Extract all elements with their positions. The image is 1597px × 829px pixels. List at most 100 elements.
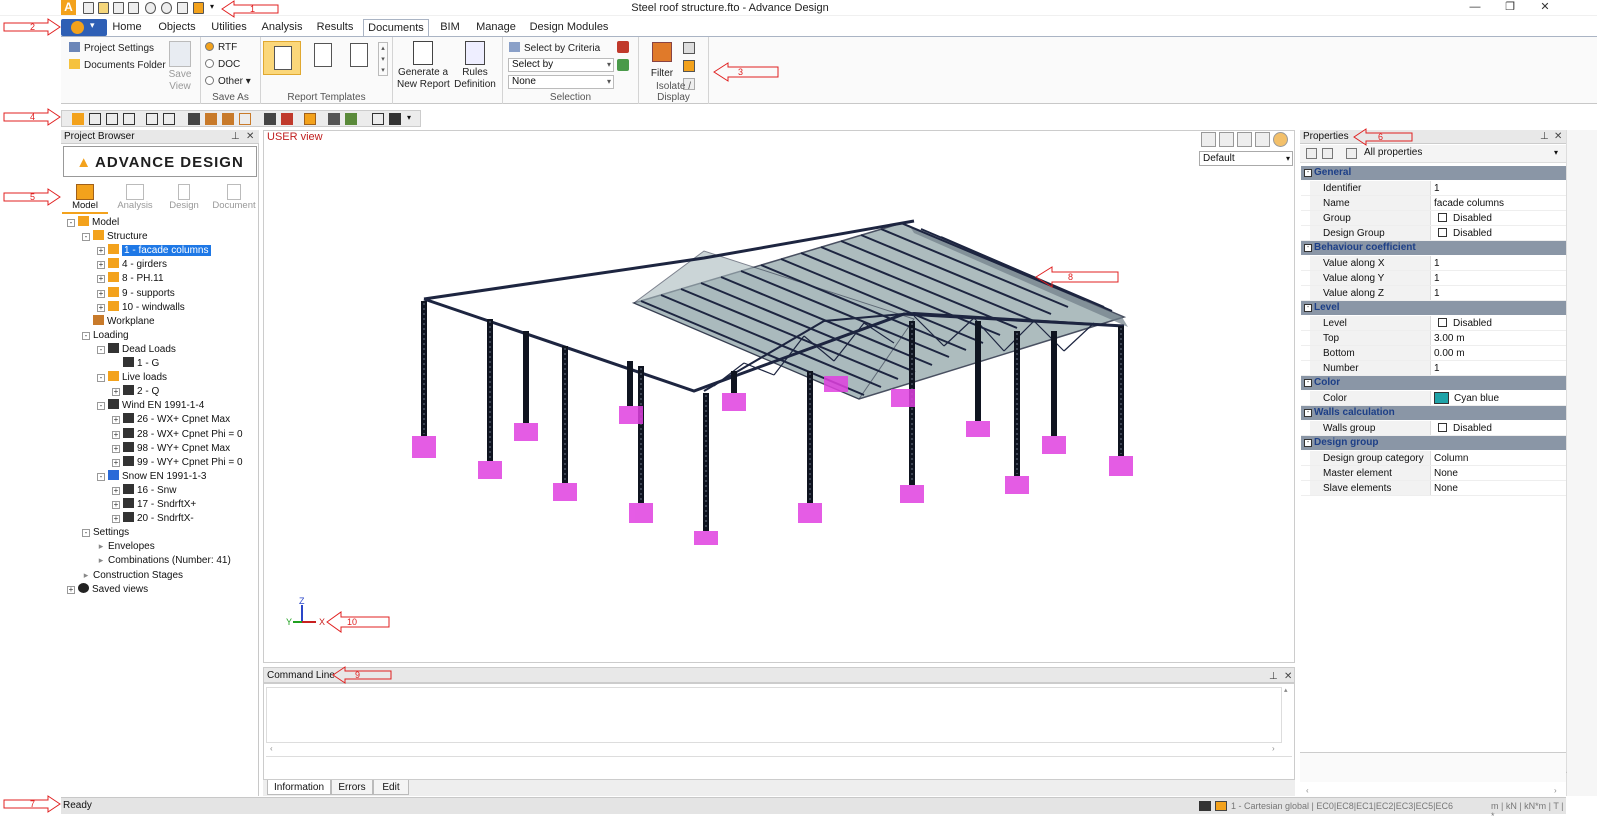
collapse-toggle-icon[interactable]: - [1304,379,1312,387]
property-value[interactable]: Disabled [1432,421,1566,435]
property-category[interactable]: - General [1301,166,1566,180]
move-icon[interactable] [89,113,101,125]
expand-toggle-icon[interactable]: + [112,388,120,397]
property-value[interactable]: 1 [1432,181,1566,195]
expand-toggle-icon[interactable]: + [97,261,105,270]
command-line-output[interactable]: ▴ ‹ › [263,683,1295,780]
command-input[interactable] [266,756,1292,776]
tab-documents[interactable]: Documents [363,19,429,36]
expand-toggle-icon[interactable]: + [112,486,120,495]
tree-item[interactable]: - Wind EN 1991-1-4 [97,399,204,413]
property-category[interactable]: - Design group [1301,436,1566,450]
tree-item[interactable]: Workplane [82,314,155,329]
select-by-criteria-button[interactable]: Select by Criteria [509,42,600,55]
expand-toggle-icon[interactable]: + [112,444,120,453]
check-icon[interactable] [345,113,357,125]
expand-toggle-icon[interactable]: - [97,374,105,383]
tab-analysis[interactable]: Analysis [260,19,304,36]
undo-icon[interactable] [145,2,156,14]
tab-errors[interactable]: Errors [331,780,373,795]
zoom-in-icon[interactable] [1201,132,1216,147]
checkbox[interactable] [1438,213,1447,222]
close-pane-icon[interactable]: ✕ [246,130,254,144]
expand-toggle-icon[interactable]: + [112,501,120,509]
tree-item[interactable]: +1 - facade columns [97,244,211,258]
expand-toggle-icon[interactable]: - [82,233,90,242]
checkbox[interactable] [1438,423,1447,432]
property-row[interactable]: Design group category Column [1301,451,1566,466]
print-icon[interactable] [177,2,188,14]
property-row[interactable]: Top 3.00 m [1301,331,1566,346]
tree-item[interactable]: +28 - WX+ Cpnet Phi = 0 [112,427,243,442]
tab-objects[interactable]: Objects [155,19,199,36]
save-icon[interactable] [113,2,124,14]
close-pane-icon[interactable]: ✕ [1554,130,1562,144]
active-display-icon[interactable] [304,113,316,125]
beam-icon[interactable] [146,113,158,125]
tree-item[interactable]: +4 - girders [97,258,167,272]
property-value[interactable]: 3.00 m [1432,331,1566,345]
expand-toggle-icon[interactable]: - [97,345,105,354]
dropdown-arrow-icon[interactable]: ▾ [1554,148,1558,157]
close-button[interactable]: ✕ [1532,0,1558,15]
command-output-area[interactable] [266,687,1282,743]
tree-item[interactable]: - Snow EN 1991-1-3 [97,469,207,484]
template-3-button[interactable] [343,43,375,75]
template-1-button[interactable] [263,41,301,75]
checkbox[interactable] [1438,228,1447,237]
property-row[interactable]: Value along X1 [1301,256,1566,271]
redo-icon[interactable] [161,2,172,14]
tree-item[interactable]: - Live loads [97,371,167,385]
tree-item[interactable]: +99 - WY+ Cpnet Phi = 0 [112,455,243,470]
tree-item[interactable]: +10 - windwalls [97,300,185,315]
collapse-toggle-icon[interactable]: - [1304,169,1312,177]
collapse-toggle-icon[interactable]: - [1304,439,1312,447]
property-value[interactable]: Column [1432,451,1566,465]
property-row[interactable]: Name facade columns [1301,196,1566,211]
new-file-icon[interactable] [83,2,94,14]
rules-definition-button[interactable]: Rules Definition [453,41,497,91]
select-object-icon[interactable] [72,113,84,125]
property-filter-icon[interactable] [1346,148,1357,159]
zoom-extents-icon[interactable] [1237,132,1252,147]
expand-toggle-icon[interactable]: + [97,303,105,312]
expand-toggle-icon[interactable]: + [97,289,105,298]
template-gallery-scroll[interactable]: ▴ ▾ ▾ [378,42,388,76]
tab-bim[interactable]: BIM [435,19,465,36]
mode-tab-analysis[interactable]: Analysis [112,182,158,214]
property-value[interactable]: None [1432,481,1566,495]
tree-item[interactable]: +2 - Q [112,385,159,399]
expand-toggle-icon[interactable]: ▸ [97,542,105,551]
mode-tab-design[interactable]: Design [161,182,207,214]
pin-icon[interactable]: ⊥ [1540,130,1549,144]
tree-item[interactable]: +9 - supports [97,286,175,301]
rtf-radio[interactable]: RTF [205,42,237,54]
vertical-scrollbar[interactable]: ▴ [1284,687,1292,743]
tab-design-modules[interactable]: Design Modules [529,19,609,36]
open-folder-icon[interactable] [98,2,109,14]
generate-report-button[interactable]: Generate a New Report [397,41,450,91]
expand-toggle-icon[interactable]: - [82,529,90,538]
tab-home[interactable]: Home [108,19,146,36]
tab-information[interactable]: Information [267,780,331,795]
graphic-viewport[interactable]: Z X Y [263,130,1295,663]
tree-item[interactable]: ▸ Construction Stages [82,569,183,583]
expand-toggle-icon[interactable]: + [97,275,105,284]
close-pane-icon[interactable]: ✕ [1284,669,1292,684]
expand-toggle-icon[interactable]: + [67,585,75,594]
property-value[interactable]: Disabled [1432,211,1566,225]
expand-toggle-icon[interactable]: ▸ [97,556,105,565]
tree-item[interactable]: - Structure [82,230,148,244]
scroll-left-icon[interactable]: ‹ [1306,786,1309,795]
display-icon[interactable] [683,60,695,72]
property-value[interactable]: 0.00 m [1432,346,1566,360]
pin-icon[interactable]: ⊥ [231,130,240,144]
collapse-toggle-icon[interactable]: - [1304,244,1312,252]
property-row[interactable]: Value along Z1 [1301,286,1566,301]
support-symbols[interactable] [412,376,1133,545]
property-row[interactable]: Identifier 1 [1301,181,1566,196]
property-value[interactable]: 1 [1432,286,1566,300]
report-icon[interactable] [389,113,401,125]
mode-tab-model[interactable]: Model [62,182,108,214]
expand-toggle-icon[interactable]: + [112,458,120,467]
